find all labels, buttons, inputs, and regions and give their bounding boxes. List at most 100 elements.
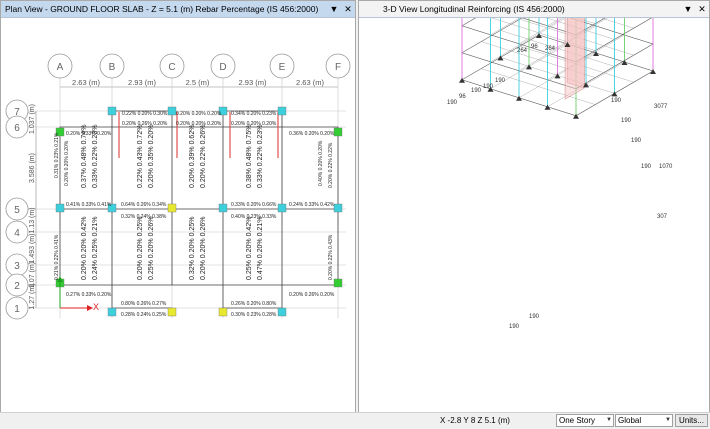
close-icon[interactable]: ✕	[695, 1, 709, 18]
grid-bubble-label: 3	[14, 261, 20, 272]
reinforcing-label: 190	[495, 78, 506, 84]
column-support[interactable]	[55, 203, 65, 213]
rebar-percentage-label: 0.20% 0.39% 0.62%	[189, 125, 196, 188]
close-icon[interactable]: ✕	[341, 1, 355, 18]
coordinate-system-select[interactable]: Global ▼	[615, 414, 673, 427]
building-wireframe	[459, 1, 656, 119]
reinforcing-label: 190	[641, 164, 652, 170]
column-spacing-label: 2.93 (m)	[239, 78, 267, 87]
rebar-percentage-label: 0.22% 0.43% 0.72%	[137, 125, 144, 188]
grid-bubble-label: C	[168, 62, 175, 73]
column-spacing-label: 2.63 (m)	[72, 78, 100, 87]
reinforcing-label: 190	[471, 88, 482, 94]
column-support[interactable]	[167, 203, 177, 213]
chevron-down-icon[interactable]: ▼	[681, 1, 695, 18]
rebar-percentage-label: 0.33% 0.22% 0.23%	[257, 125, 264, 188]
reinforcing-label: 190	[483, 84, 494, 90]
chevron-down-icon: ▼	[665, 417, 671, 423]
plan-view-titlebar[interactable]: Plan View - GROUND FLOOR SLAB - Z = 5.1 …	[1, 1, 355, 18]
3d-view-titlebar[interactable]: 3-D View Longitudinal Reinforcing (IS 45…	[359, 1, 709, 18]
reinforcing-label: 190	[447, 100, 458, 106]
row-spacing-label: 1.13 (m)	[29, 207, 36, 233]
rebar-percentage-label: 0.40% 0.23% 0.33%	[231, 214, 277, 220]
rebar-percentage-label: 0.20% 0.22% 0.22%	[328, 142, 334, 188]
chevron-down-icon: ▼	[606, 417, 612, 423]
3d-view-title: 3-D View Longitudinal Reinforcing (IS 45…	[383, 4, 565, 14]
reinforcing-label: 1070	[659, 164, 673, 170]
column-support[interactable]	[333, 278, 343, 288]
column-support[interactable]	[218, 307, 228, 317]
reinforcing-label: 190	[611, 98, 622, 104]
rebar-percentage-label: 0.20% 0.20% 0.42%	[81, 217, 88, 280]
rebar-percentage-label: 0.25% 0.20% 0.42%	[246, 217, 253, 280]
status-bar: X -2.8 Y 8 Z 5.1 (m) One Story ▼ Global …	[0, 412, 710, 429]
units-button[interactable]: Units...	[675, 414, 708, 427]
column-support[interactable]	[167, 307, 177, 317]
3d-model-drawing[interactable]: 26496 26419096190190190190190190190307710…	[359, 1, 709, 413]
rebar-percentage-label: 0.25% 0.20% 0.26%	[148, 217, 155, 280]
column-support[interactable]	[277, 106, 287, 116]
3d-view-window[interactable]: 3-D View Longitudinal Reinforcing (IS 45…	[358, 0, 710, 413]
plan-drawing[interactable]: 2.63 (m) 2.93 (m) 2.5 (m) 2.93 (m) 2.63 (m) 1…	[1, 18, 355, 413]
row-spacing-label: 1.493 (m)	[29, 234, 36, 264]
column-support[interactable]	[333, 203, 343, 213]
column-support[interactable]	[277, 307, 287, 317]
grid-bubble-label: A	[57, 62, 64, 73]
rebar-percentage-label: 0.30% 0.23% 0.28%	[231, 312, 277, 318]
reinforcing-label: 190	[509, 324, 520, 330]
grid-bubble-label: D	[219, 62, 226, 73]
rebar-percentage-label: 0.20% 0.20% 0.20%	[176, 111, 222, 117]
coord-system-value: Global	[618, 416, 642, 425]
grid-bubble-label: B	[109, 62, 116, 73]
rebar-percentage-label: 0.34% 0.20% 0.23%	[231, 111, 277, 117]
grid-bubble-label: 6	[14, 123, 20, 134]
column-support[interactable]	[107, 307, 117, 317]
grid-bubble-label: 2	[14, 281, 20, 292]
rebar-percentage-label: 0.47% 0.20% 0.21%	[257, 217, 264, 280]
3d-view-canvas[interactable]: 264 96 264 190 96 190 190 190 190 190 190 190 3077 10…	[359, 1, 709, 413]
rebar-percentage-label: 0.20% 0.22% 0.43%	[328, 234, 334, 280]
support-icon	[650, 69, 656, 74]
chevron-down-icon[interactable]: ▼	[327, 1, 341, 18]
column-support[interactable]	[218, 203, 228, 213]
grid-bubble-label: 1	[14, 304, 20, 315]
reinforcing-label: 96	[459, 94, 466, 100]
rebar-percentage-label: 0.41% 0.33% 0.41%	[66, 202, 112, 208]
rebar-percentage-label: 0.27% 0.33% 0.20%	[66, 292, 112, 298]
slab-beams	[59, 110, 339, 309]
cursor-coordinates: X -2.8 Y 8 Z 5.1 (m)	[440, 416, 510, 425]
reinforcing-label: 190	[529, 314, 540, 320]
rebar-percentage-label: 0.37% 0.48% 0.74%	[81, 125, 88, 188]
column-support[interactable]	[277, 203, 287, 213]
rebar-percentage-label: 0.36% 0.20% 0.20%	[289, 131, 335, 137]
grid-bubble-label: E	[279, 62, 286, 73]
rebar-percentage-label: 0.80% 0.26% 0.27%	[121, 301, 167, 307]
reinforcing-label: 264	[517, 48, 528, 54]
grid-bubble-label: 4	[14, 228, 20, 239]
rebar-percentage-label: 0.20% 0.20% 0.20%	[231, 121, 277, 127]
plan-view-window[interactable]: Plan View - GROUND FLOOR SLAB - Z = 5.1 …	[0, 0, 356, 413]
plan-view-canvas[interactable]: 2.63 (m) 2.93 (m) 2.5 (m) 2.93 (m) 2.63 (m) 1…	[1, 18, 355, 412]
column-support[interactable]	[333, 127, 343, 137]
core-wall	[564, 1, 585, 100]
rebar-percentage-label: 0.20% 0.33% 0.20%	[66, 131, 112, 137]
story-select[interactable]: One Story ▼	[556, 414, 614, 427]
column-support[interactable]	[167, 106, 177, 116]
rebar-percentage-label: 0.32% 0.20% 0.25%	[189, 217, 196, 280]
reinforcing-label: 190	[621, 118, 632, 124]
column-spacing-label: 2.93 (m)	[128, 78, 156, 87]
column-spacing-label: 2.5 (m)	[186, 78, 210, 87]
rebar-percentage-label: 0.24% 0.25% 0.21%	[92, 217, 99, 280]
rebar-percentage-label: 0.33% 0.22% 0.23%	[92, 125, 99, 188]
rebar-percentage-label: 0.20% 0.20% 0.20%	[176, 121, 222, 127]
rebar-percentage-label: 0.20% 0.20% 0.20%	[64, 140, 70, 186]
row-spacing-label: 3.586 (m)	[29, 153, 36, 183]
reinforcing-label: 190	[631, 138, 642, 144]
x-axis-label: X	[93, 302, 99, 312]
rebar-percentage-label: 0.20% 0.22% 0.26%	[200, 125, 207, 188]
column-support[interactable]	[107, 106, 117, 116]
rebar-percentage-label: 0.22% 0.20% 0.30%	[122, 111, 168, 117]
rebar-percentage-label: 0.20% 0.26% 0.20%	[289, 292, 335, 298]
row-spacing-label: 1.27 (m)	[29, 283, 36, 309]
grid-bubble-label: 5	[14, 205, 20, 216]
